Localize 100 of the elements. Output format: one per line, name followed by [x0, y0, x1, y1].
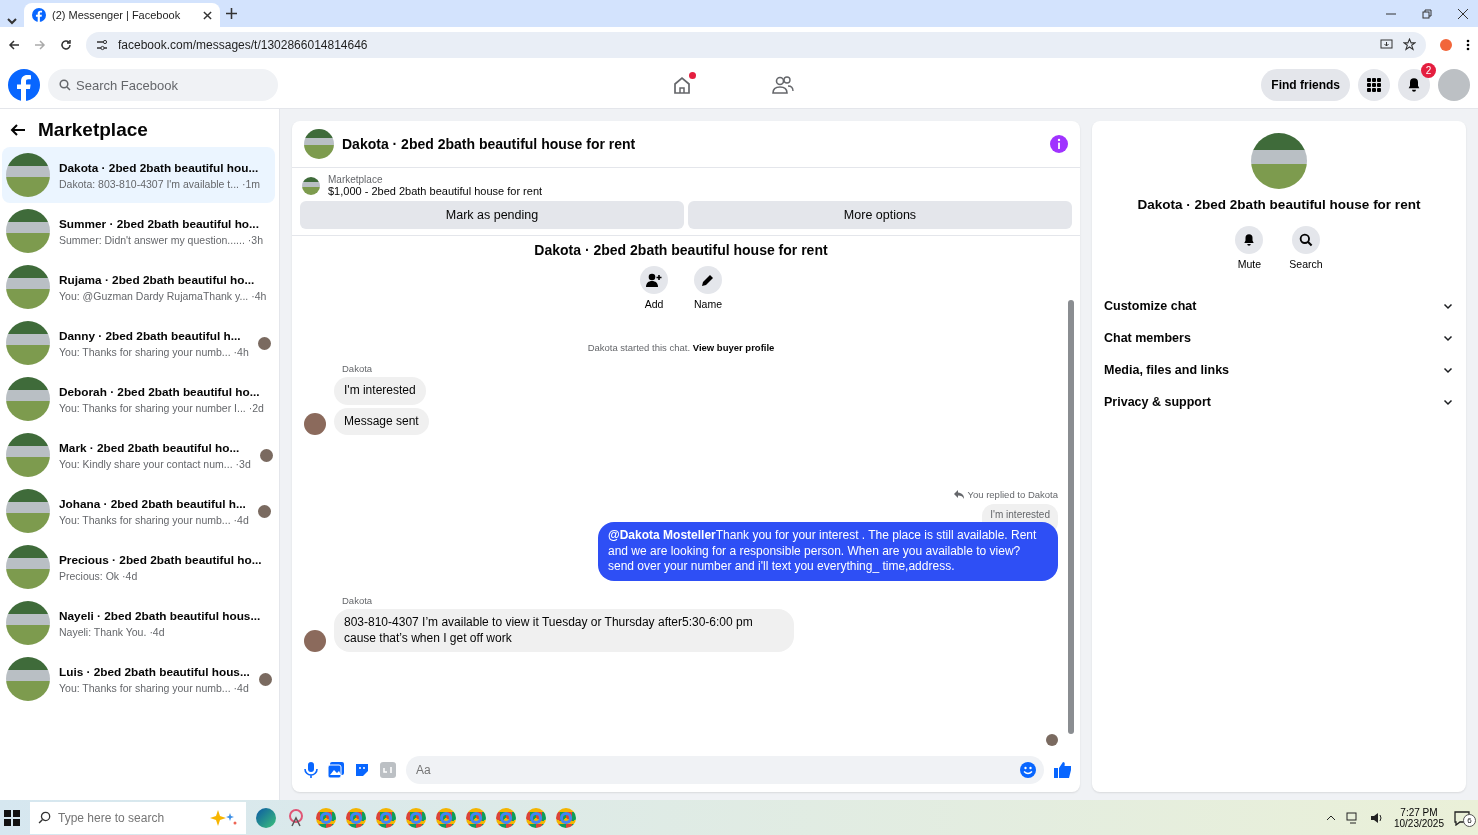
- restore-icon[interactable]: [1422, 8, 1432, 19]
- sidebar-title: Marketplace: [38, 119, 148, 141]
- clock-date: 10/23/2025: [1393, 817, 1444, 829]
- chat-title: Dakota · 2bed 2bath beautiful house for rent: [534, 242, 828, 258]
- message-time: ·3h: [247, 233, 263, 246]
- listing-action-button[interactable]: More options: [688, 201, 1072, 229]
- chrome-icon[interactable]: [376, 807, 396, 828]
- reload-icon[interactable]: [60, 38, 72, 51]
- photo-placeholder: [6, 601, 50, 645]
- scrollbar-thumb[interactable]: [1068, 300, 1074, 734]
- view-buyer-profile-link[interactable]: View buyer profile: [692, 342, 775, 353]
- message-preview: Dakota: 803-810-4307 I'm available t...: [59, 177, 240, 190]
- emoji-icon[interactable]: [1020, 762, 1036, 778]
- conversation-item[interactable]: Deborah · 2bed 2bath beautiful ho... You: Thanks for sharing your number I... ·2d: [2, 371, 275, 427]
- section-header[interactable]: Customize chat: [1092, 290, 1466, 322]
- chrome-icon[interactable]: [346, 807, 366, 828]
- message-preview: You: Thanks for sharing your numb...: [59, 513, 231, 526]
- friends-icon[interactable]: [772, 75, 794, 95]
- message-preview: You: Kindly share your contact num...: [59, 457, 233, 470]
- sender-name: Dakota: [342, 363, 374, 374]
- chrome-icon[interactable]: [316, 807, 336, 828]
- more-icon[interactable]: [1466, 38, 1470, 51]
- message-bubble: Message sent: [334, 407, 429, 436]
- photo-placeholder: [6, 377, 50, 421]
- avatar: [304, 413, 326, 436]
- thumbs-up-icon[interactable]: [1054, 761, 1072, 779]
- microphone-icon[interactable]: [304, 762, 318, 778]
- photo-placeholder: [6, 657, 50, 701]
- conversation-title: Dakota · 2bed 2bath beautiful hou...: [59, 160, 260, 175]
- taskbar-search[interactable]: Type here to search: [30, 801, 246, 834]
- chrome-icon[interactable]: [406, 807, 426, 828]
- chrome-icon[interactable]: [496, 807, 516, 828]
- new-tab-icon[interactable]: [226, 8, 237, 19]
- listing-action-button[interactable]: Mark as pending: [300, 201, 684, 229]
- speaker-icon[interactable]: [1369, 811, 1384, 824]
- home-icon[interactable]: [672, 75, 692, 95]
- conversation-item[interactable]: Luis · 2bed 2bath beautiful hous... You: Thanks for sharing your numb... ·4d: [2, 651, 275, 707]
- menu-icon: [1367, 78, 1381, 92]
- section-header[interactable]: Privacy & support: [1092, 386, 1466, 418]
- install-icon[interactable]: [1380, 38, 1393, 51]
- section-header[interactable]: Chat members: [1092, 322, 1466, 354]
- snipping-tool-icon[interactable]: [286, 807, 306, 828]
- menu-button[interactable]: [1358, 69, 1390, 101]
- conversation-item[interactable]: Precious · 2bed 2bath beautiful ho... Precious: Ok ·4d: [2, 539, 275, 595]
- message-input[interactable]: Aa: [406, 756, 1044, 784]
- back-icon[interactable]: [8, 38, 20, 51]
- extension-icon[interactable]: [1440, 38, 1452, 51]
- conversation-title: Danny · 2bed 2bath beautiful h...: [59, 328, 242, 343]
- chrome-icon[interactable]: [526, 807, 546, 828]
- conversation-item[interactable]: Johana · 2bed 2bath beautiful h... You: Thanks for sharing your numb... ·4d: [2, 483, 275, 539]
- conversation-item[interactable]: Danny · 2bed 2bath beautiful h... You: Thanks for sharing your numb... ·4h: [2, 315, 275, 371]
- chrome-icon[interactable]: [466, 807, 486, 828]
- conversation-title: Precious · 2bed 2bath beautiful ho...: [59, 552, 262, 567]
- conversation-item[interactable]: Summer · 2bed 2bath beautiful ho... Summer: Didn't answer my question...... ·3h: [2, 203, 275, 259]
- message-time: ·4d: [233, 513, 249, 526]
- conversation-title: Mark · 2bed 2bath beautiful ho...: [59, 440, 241, 455]
- message-time: ·4h: [233, 345, 249, 358]
- back-icon[interactable]: [10, 122, 26, 138]
- photo-placeholder: [1251, 133, 1307, 189]
- close-icon[interactable]: [203, 10, 212, 20]
- chrome-icon[interactable]: [436, 807, 456, 828]
- message-preview: You: @Guzman Dardy RujamaThank y...: [59, 289, 249, 302]
- browser-tab[interactable]: (2) Messenger | Facebook: [24, 3, 220, 27]
- network-icon[interactable]: [1345, 811, 1360, 824]
- notification-badge: 6: [1463, 813, 1476, 827]
- edge-icon[interactable]: [256, 807, 276, 828]
- gallery-icon[interactable]: [328, 762, 344, 778]
- sticker-icon[interactable]: [354, 762, 370, 778]
- message-time: ·3d: [235, 457, 251, 470]
- section-header[interactable]: Media, files and links: [1092, 354, 1466, 386]
- conversation-item[interactable]: Nayeli · 2bed 2bath beautiful hous... Nayeli: Thank You. ·4d: [2, 595, 275, 651]
- chat-title: Dakota · 2bed 2bath beautiful house for rent: [342, 136, 637, 152]
- message-preview: Nayeli: Thank You.: [59, 625, 147, 638]
- windows-icon[interactable]: [4, 809, 20, 826]
- tab-list-icon[interactable]: [6, 15, 18, 27]
- message-time: ·1m: [242, 177, 261, 190]
- message-time: ·4d: [122, 569, 138, 582]
- close-icon[interactable]: [1458, 8, 1468, 19]
- notification-center-icon[interactable]: [1454, 809, 1470, 826]
- facebook-logo-icon[interactable]: [8, 69, 40, 101]
- info-icon[interactable]: [1050, 135, 1068, 153]
- conversation-item[interactable]: Mark · 2bed 2bath beautiful ho... You: Kindly share your contact num... ·3d: [2, 427, 275, 483]
- reply-icon: [953, 490, 964, 500]
- photo-placeholder: [302, 176, 320, 195]
- conversation-item[interactable]: Dakota · 2bed 2bath beautiful hou... Dakota: 803-810-4307 I'm available t... ·1m: [2, 147, 275, 203]
- message-bubble: 803-810-4307 I’m available to view it Tuesday or Thursday after5:30-6:00 pm cause that’s when I get off work: [334, 608, 794, 653]
- photo-placeholder: [6, 265, 50, 309]
- photo-placeholder: [6, 209, 50, 253]
- message-time: ·2d: [248, 401, 264, 414]
- facebook-logo-icon[interactable]: [32, 8, 46, 22]
- search-field[interactable]: Search Facebook: [48, 69, 278, 101]
- sender-name: Dakota: [342, 594, 374, 606]
- chrome-icon[interactable]: [556, 807, 576, 828]
- conversation-item[interactable]: Rujama · 2bed 2bath beautiful ho... You: @Guzman Dardy RujamaThank y... ·4h: [2, 259, 275, 315]
- star-icon[interactable]: [1403, 38, 1416, 51]
- find-friends-button[interactable]: Find friends: [1261, 69, 1350, 101]
- site-settings-icon[interactable]: [96, 38, 108, 51]
- reply-label: You replied to Dakota: [967, 489, 1058, 501]
- address-bar[interactable]: facebook.com/messages/t/1302866014814646: [86, 31, 1426, 58]
- listing-summary: $1,000 - 2bed 2bath beautiful house for rent: [328, 185, 543, 197]
